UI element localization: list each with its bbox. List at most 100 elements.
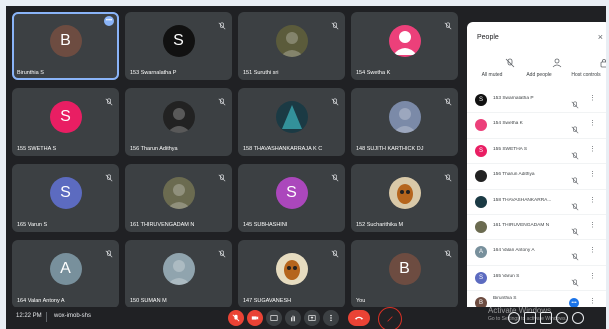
mic-off-icon — [105, 169, 113, 182]
lock-icon[interactable] — [572, 312, 584, 324]
mic-off-icon[interactable] — [571, 147, 579, 160]
profile-photo-icon — [279, 31, 304, 57]
mic-off-icon — [218, 93, 226, 106]
participant-row[interactable]: 156 Tharun Adithya ⋮ — [467, 164, 606, 190]
participant-name: 155 SWETHA S — [493, 146, 528, 152]
participant-tile[interactable]: 152 Sucharithika M — [351, 164, 458, 232]
more-vert-icon[interactable]: ⋮ — [589, 222, 596, 230]
avatar — [162, 176, 195, 209]
more-vert-icon[interactable]: ⋮ — [589, 120, 596, 128]
participant-tile[interactable]: 154 Swetha K — [351, 12, 458, 80]
mic-button[interactable] — [228, 310, 244, 326]
leave-call-button[interactable] — [348, 310, 370, 326]
more-vert-icon[interactable]: ⋮ — [589, 247, 596, 255]
participant-name: You — [356, 298, 366, 304]
groot-icon — [283, 259, 300, 280]
screen-frame: B ••• Birunthia S S 153 Swarnalatha P 151 Sur… — [0, 0, 609, 329]
avatar: S — [475, 144, 487, 157]
participant-tile[interactable]: 147 SUGAVANESH — [238, 240, 345, 308]
mic-off-icon[interactable] — [571, 223, 579, 236]
participant-row[interactable]: 158 THAVASHANKARRA... ⋮ — [467, 190, 606, 215]
participant-tile[interactable]: 151 Suruthi sri — [238, 12, 345, 80]
participant-row[interactable]: A 164 Valan Antony A ⋮ — [467, 240, 606, 266]
avatar: S — [162, 24, 195, 57]
participant-name: 151 Suruthi sri — [243, 70, 279, 76]
panel-actions: All muted Add people Host controls — [467, 58, 606, 84]
mic-off-icon — [331, 169, 339, 182]
participant-tile[interactable]: S 165 Varun S — [12, 164, 119, 232]
mic-off-icon — [232, 314, 240, 322]
participant-tile[interactable]: 150 SUMAN M — [125, 240, 232, 308]
avatar: A — [475, 246, 487, 259]
avatar: S — [49, 100, 82, 133]
participant-name: 156 Tharun Adithya — [130, 146, 178, 152]
participant-tile[interactable]: 148 SUJITH KARTHICK DJ — [351, 88, 458, 156]
video-grid: B ••• Birunthia S S 153 Swarnalatha P 151 Sur… — [12, 12, 460, 308]
participant-tile[interactable]: 156 Tharun Adithya — [125, 88, 232, 156]
participant-name: 161 THIRUVENGADAM N — [493, 222, 550, 228]
avatar: A — [49, 252, 82, 285]
more-vert-icon[interactable]: ⋮ — [589, 171, 596, 179]
present-button[interactable] — [304, 310, 320, 326]
avatar: S — [275, 176, 308, 209]
participant-tile[interactable]: S 145 SUBHASHINI — [238, 164, 345, 232]
meeting-code: wox-imob-shs — [54, 313, 92, 319]
more-options-button[interactable] — [323, 310, 339, 326]
profile-photo-icon — [392, 107, 417, 133]
participant-name: 152 Sucharithika M — [356, 222, 404, 228]
mic-off-icon[interactable] — [571, 198, 579, 210]
participant-row[interactable]: S 165 Varun S ⋮ — [467, 266, 606, 292]
participant-tile[interactable]: S 153 Swarnalatha P — [125, 12, 232, 80]
avatar — [275, 100, 308, 133]
participant-name: 154 Swetha K — [356, 70, 391, 76]
participant-name: 153 Swarnalatha P — [130, 70, 177, 76]
avatar — [162, 252, 195, 285]
participant-name: 158 THAVASHANKARRAJA K C — [243, 146, 323, 152]
participant-row[interactable]: S 153 Swarnalatha P ⋮ — [467, 88, 606, 114]
mic-off-icon[interactable] — [571, 121, 579, 134]
divider — [46, 312, 47, 322]
participant-tile[interactable]: S 155 SWETHA S — [12, 88, 119, 156]
add-people-button[interactable]: Add people — [516, 58, 562, 78]
participant-tile[interactable]: 161 THIRUVENGADAM N — [125, 164, 232, 232]
mic-off-icon[interactable] — [571, 274, 579, 287]
avatar: S — [49, 176, 82, 209]
avatar — [388, 24, 421, 57]
camera-button[interactable] — [247, 310, 263, 326]
captions-button[interactable] — [266, 310, 282, 326]
clock: 12:22 PM — [16, 313, 42, 319]
watermark-subtitle: Go to Settings to activate Windows. — [488, 316, 567, 322]
profile-photo-icon — [166, 259, 191, 285]
participant-tile[interactable]: B You — [351, 240, 458, 308]
close-icon[interactable]: × — [598, 32, 603, 42]
participant-row[interactable]: 161 THIRUVENGADAM N ⋮ — [467, 215, 606, 241]
mic-off-icon — [505, 58, 515, 68]
more-vert-icon[interactable]: ⋮ — [589, 95, 596, 103]
participant-name: Birunthia S — [493, 296, 517, 302]
more-vert-icon[interactable]: ⋮ — [589, 298, 596, 306]
participant-row[interactable]: 154 Swetha K ⋮ — [467, 113, 606, 139]
more-options-icon[interactable]: ••• — [104, 16, 114, 26]
participant-name: 150 SUMAN M — [130, 298, 167, 304]
more-vert-icon[interactable]: ⋮ — [589, 197, 596, 205]
more-vert-icon[interactable]: ⋮ — [589, 146, 596, 154]
groot-icon — [396, 183, 413, 204]
mic-off-icon[interactable] — [571, 248, 579, 261]
more-vert-icon[interactable]: ⋮ — [589, 273, 596, 281]
host-controls-button[interactable]: Host controls — [563, 58, 606, 78]
add-people-label: Add people — [526, 72, 552, 78]
raise-hand-button[interactable] — [285, 310, 301, 326]
avatar — [475, 170, 487, 183]
participant-tile[interactable]: A 164 Valan Antony A — [12, 240, 119, 308]
mic-off-icon — [444, 169, 452, 182]
participant-name: 155 SWETHA S — [17, 146, 57, 152]
participant-tile[interactable]: B ••• Birunthia S — [12, 12, 119, 80]
participant-name: 156 Tharun Adithya — [493, 172, 535, 178]
mic-off-icon[interactable] — [571, 96, 579, 109]
mute-all-button[interactable]: All muted — [469, 58, 515, 78]
participant-tile[interactable]: 158 THAVASHANKARRAJA K C — [238, 88, 345, 156]
mic-off-icon[interactable] — [571, 172, 579, 185]
participant-list: S 153 Swarnalatha P ⋮ 154 Swetha K ⋮ S 155 SWE… — [467, 88, 606, 317]
participant-row[interactable]: S 155 SWETHA S ⋮ — [467, 139, 606, 165]
participant-name: 158 THAVASHANKARRA... — [493, 197, 552, 203]
